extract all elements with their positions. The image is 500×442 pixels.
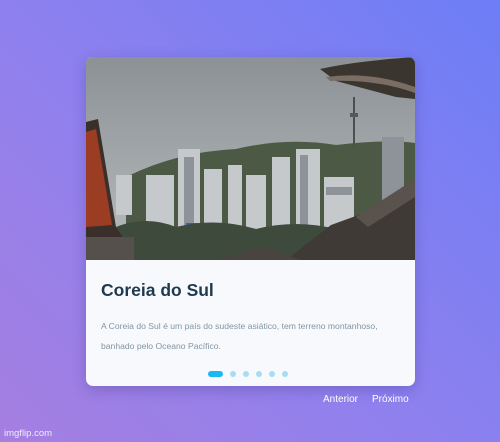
pagination-dot[interactable] xyxy=(269,370,275,377)
pagination-dot[interactable] xyxy=(282,370,288,377)
pagination-dot-active[interactable] xyxy=(208,370,223,377)
carousel-pagination xyxy=(208,370,295,377)
watermark: imgflip.com xyxy=(4,428,53,439)
next-button[interactable]: Próximo xyxy=(372,394,409,405)
pagination-dot[interactable] xyxy=(243,370,249,377)
card-description: A Coreia do Sul é um país do sudeste asi… xyxy=(101,321,378,351)
city-photo xyxy=(86,57,415,260)
pagination-dot[interactable] xyxy=(256,370,262,377)
card: Coreia do Sul A Coreia do Sul é um país … xyxy=(86,57,415,386)
card-title: Coreia do Sul xyxy=(101,280,214,300)
pagination-dot[interactable] xyxy=(230,370,236,377)
prev-button[interactable]: Anterior xyxy=(323,394,358,405)
